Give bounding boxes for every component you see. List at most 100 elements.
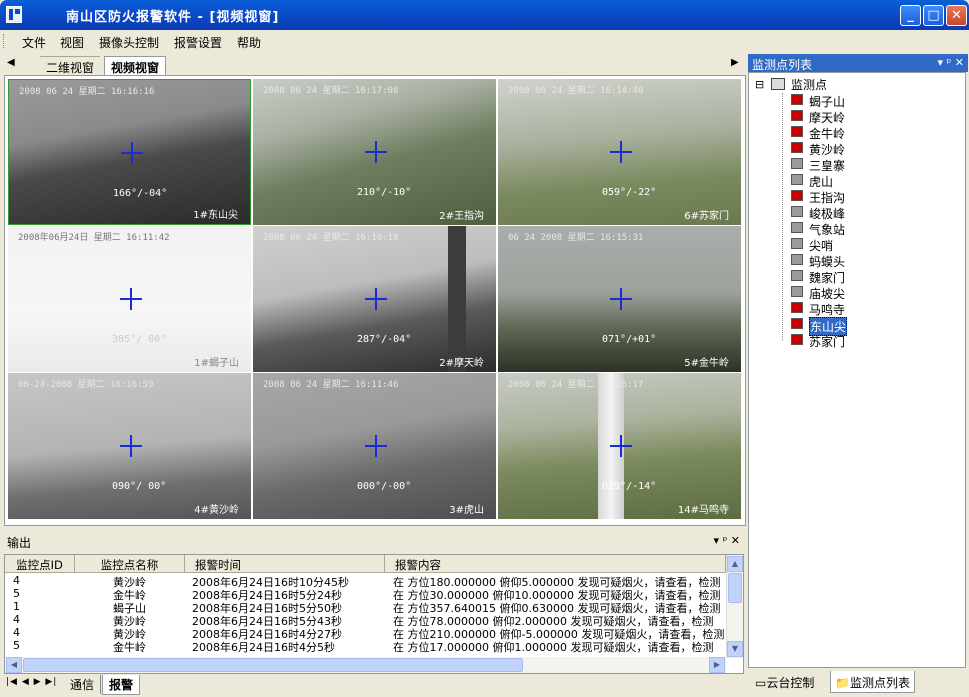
- output-panel-controls[interactable]: ▾ ᵖ ✕: [714, 534, 740, 547]
- table-row[interactable]: 1 蝎子山 2008年6月24日16时5分50秒在 方位357.640015 俯仰0…: [5, 600, 725, 615]
- crosshair-icon: [365, 435, 387, 457]
- camera-ptz-readout: 059°/-22°: [602, 187, 657, 198]
- column-header[interactable]: 监控点名称: [75, 555, 185, 573]
- scroll-down-icon[interactable]: ▼: [727, 641, 743, 657]
- menu-bar: 文件 视图 摄像头控制 报警设置 帮助: [0, 30, 969, 52]
- tab-2d-view[interactable]: 二维视窗: [40, 56, 101, 75]
- minimize-button[interactable]: _: [900, 5, 921, 26]
- menu-camera-control[interactable]: 摄像头控制: [99, 34, 159, 51]
- tab-alarm[interactable]: 报警: [102, 675, 141, 695]
- camera-feed[interactable]: 2008 06 24 星期二 16:14:40 059°/-22° 6#苏家门: [498, 79, 741, 225]
- tab-navigation-icons[interactable]: |◀ ◀ ▶ ▶|: [6, 677, 57, 687]
- close-button[interactable]: ✕: [946, 5, 967, 26]
- crosshair-icon: [121, 142, 143, 164]
- table-row[interactable]: 4 黄沙岭 2008年6月24日16时4分27秒在 方位210.000000 俯仰-…: [5, 626, 725, 641]
- camera-timestamp: 2008 06 24 星期二 16:17:08: [263, 86, 399, 96]
- crosshair-icon: [120, 435, 142, 457]
- monitor-icon: [791, 286, 803, 297]
- camera-feed[interactable]: 2008年06月24日 星期二 16:11:42 305°/ 00° 1#蝎子山: [8, 226, 251, 372]
- camera-timestamp: 06 24 2008 星期二 16:15:31: [508, 233, 644, 243]
- monitor-icon: [791, 190, 803, 201]
- camera-timestamp: 2008 06 24 星期二 16:11:46: [263, 380, 399, 390]
- panel-controls[interactable]: ▾ ᵖ ✕: [938, 56, 964, 69]
- camera-timestamp: 2008 06 24 星期二 16:10:18: [263, 233, 399, 243]
- camera-name: 4#黄沙岭: [194, 505, 239, 516]
- table-row[interactable]: 4 黄沙岭 2008年6月24日16时10分45秒在 方位180.000000 俯仰…: [5, 574, 725, 589]
- scroll-thumb[interactable]: [728, 573, 742, 603]
- computer-icon: [771, 78, 785, 90]
- scroll-right-icon[interactable]: ▶: [709, 657, 725, 673]
- tab-scroll-left-icon[interactable]: ◀: [7, 57, 15, 68]
- camera-feed[interactable]: 2008 06 24 星期二 16:10:18 287°/-04° 2#摩天岭: [253, 226, 496, 372]
- tab-communication[interactable]: 通信: [64, 675, 102, 694]
- tree-root[interactable]: 监测点: [791, 76, 827, 93]
- tree-item-label: 蚂蟆头: [809, 255, 846, 269]
- camera-feed[interactable]: 2008 06 24 星期二 16:11:46 000°/-00° 3#虎山: [253, 373, 496, 519]
- ptz-icon: ▭: [755, 676, 767, 690]
- tab-monitor-list[interactable]: 📁监测点列表: [830, 671, 915, 693]
- monitor-icon: [791, 126, 803, 137]
- alarm-table: 监控点ID 监控点名称 报警时间 报警内容 4 黄沙岭 2008年6月24日16时1…: [4, 554, 744, 674]
- monitor-icon: [791, 110, 803, 121]
- crosshair-icon: [365, 141, 387, 163]
- menu-view[interactable]: 视图: [60, 34, 84, 51]
- horizontal-scrollbar[interactable]: ◀ ▶: [5, 657, 726, 673]
- camera-name: 5#金牛岭: [684, 358, 729, 369]
- camera-timestamp: 2008年06月24日 星期二 16:11:42: [18, 233, 170, 243]
- tab-ptz-control[interactable]: ▭云台控制: [752, 674, 817, 691]
- output-tabs: |◀ ◀ ▶ ▶| 通信 报警: [4, 674, 744, 695]
- app-icon[interactable]: [6, 6, 22, 23]
- monitor-icon: [791, 206, 803, 217]
- output-panel-header: 输出 ▾ ᵖ ✕: [4, 532, 744, 550]
- scroll-up-icon[interactable]: ▲: [727, 556, 743, 572]
- tree-item-label: 摩天岭: [809, 111, 846, 125]
- tab-video-view[interactable]: 视频视窗: [104, 56, 167, 75]
- camera-name: 2#摩天岭: [439, 358, 484, 369]
- camera-name: 14#马鸣寺: [677, 505, 729, 516]
- menu-file[interactable]: 文件: [22, 34, 46, 51]
- maximize-button[interactable]: □: [923, 5, 944, 26]
- camera-ptz-readout: 000°/-00°: [357, 481, 412, 492]
- tab-scroll-right-icon[interactable]: ▶: [731, 57, 739, 68]
- tree-item-label: 峻极峰: [809, 207, 846, 221]
- vertical-scrollbar[interactable]: ▲ ▼: [726, 555, 743, 658]
- tree-item-label: 庙坡尖: [809, 287, 846, 301]
- table-cell: 4: [13, 574, 20, 587]
- camera-feed[interactable]: 06-24-2008 星期二 16:16:59 090°/ 00° 4#黄沙岭: [8, 373, 251, 519]
- column-header[interactable]: 监控点ID: [5, 555, 75, 573]
- camera-ptz-readout: 287°/-04°: [357, 334, 412, 345]
- tree-collapse-icon[interactable]: ⊟: [755, 78, 764, 91]
- toolbar-grip[interactable]: [3, 34, 6, 48]
- column-header[interactable]: 报警时间: [185, 555, 385, 573]
- scroll-left-icon[interactable]: ◀: [6, 657, 22, 673]
- tree-item-label: 蝎子山: [809, 95, 846, 109]
- camera-feed[interactable]: 2008 06 24 星期二 16:16:16 166°/-04° 1#东山尖: [8, 79, 251, 225]
- camera-feed[interactable]: 06 24 2008 星期二 16:15:31 071°/+01° 5#金牛岭: [498, 226, 741, 372]
- scroll-thumb[interactable]: [23, 658, 523, 672]
- crosshair-icon: [610, 288, 632, 310]
- column-header[interactable]: 报警内容: [385, 555, 726, 573]
- tree-item-label: 气象站: [809, 223, 846, 237]
- menu-help[interactable]: 帮助: [237, 34, 261, 51]
- camera-ptz-readout: 090°/ 00°: [112, 481, 167, 492]
- monitor-icon: [791, 158, 803, 169]
- camera-feed[interactable]: 2008 06 24 星期二 16:17:08 210°/-10° 2#王指沟: [253, 79, 496, 225]
- document-tabs: ◀ 二维视窗 视频视窗 ▶: [0, 54, 745, 75]
- panel-title: 监测点列表: [752, 58, 813, 72]
- folder-icon: 📁: [835, 676, 850, 690]
- menu-alarm-settings[interactable]: 报警设置: [174, 34, 222, 51]
- table-cell: 在 方位17.000000 俯仰1.000000 发现可疑烟火，请查看，检测: [393, 641, 714, 654]
- table-cell: 5: [13, 587, 20, 600]
- crosshair-icon: [610, 435, 632, 457]
- camera-feed[interactable]: 2008 06 24 星期二 16:15:17 039°/-14° 14#马鸣寺: [498, 373, 741, 519]
- table-row[interactable]: 5 金牛岭 2008年6月24日16时4分5秒 在 方位17.000000 俯仰1.0…: [5, 639, 725, 654]
- monitor-tree: ⊟ 监测点 蝎子山 摩天岭 金牛岭 黄沙岭 三皇寨 虎山 王指沟 峻极峰 气象站 尖哨 蚂蟆头 魏家门…: [748, 72, 966, 668]
- table-cell: 5: [13, 639, 20, 652]
- camera-timestamp: 2008 06 24 星期二 16:15:17: [508, 380, 644, 390]
- monitor-icon: [791, 174, 803, 185]
- tree-item-label: 黄沙岭: [809, 143, 846, 157]
- monitor-icon: [791, 94, 803, 105]
- table-row[interactable]: 4 黄沙岭 2008年6月24日16时5分43秒在 方位78.000000 俯仰2.…: [5, 613, 725, 628]
- crosshair-icon: [610, 141, 632, 163]
- table-row[interactable]: 5 金牛岭 2008年6月24日16时5分24秒在 方位30.000000 俯仰10…: [5, 587, 725, 602]
